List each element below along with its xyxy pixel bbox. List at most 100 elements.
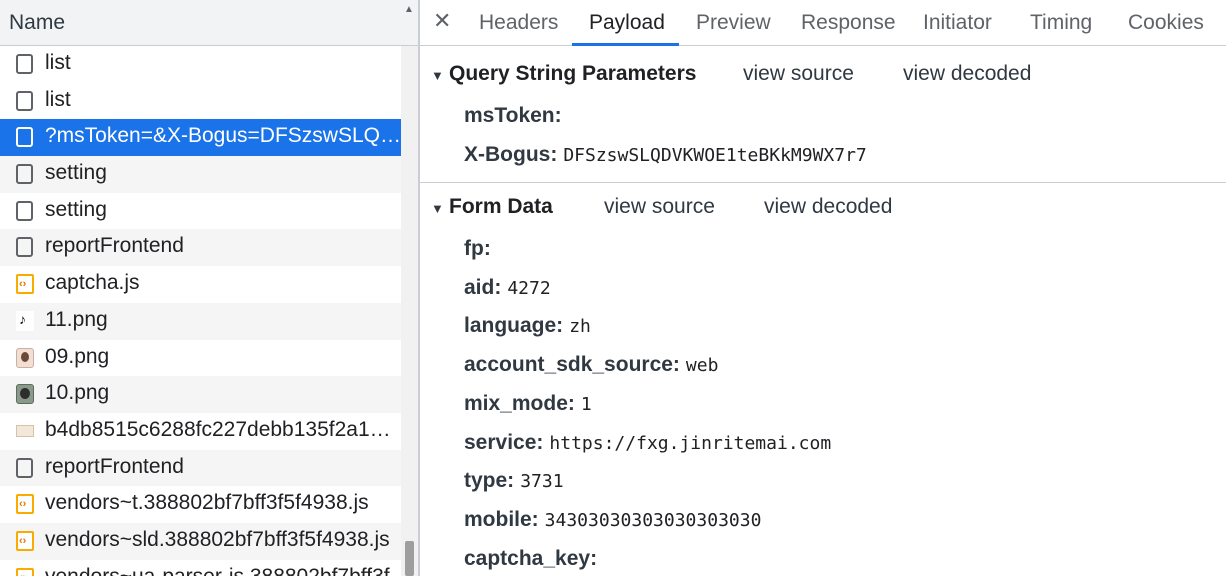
param-key: msToken:	[464, 104, 562, 127]
request-name: 09.png	[45, 344, 110, 368]
request-row[interactable]: 09.png	[0, 340, 401, 377]
name-column-header[interactable]: Name ▲	[0, 0, 418, 46]
form-data-title: Form Data	[449, 195, 553, 218]
request-name: b4db8515c6288fc227debb135f2a109...	[45, 417, 401, 441]
document-icon	[16, 127, 33, 148]
request-rows: list list ?msToken=&X-Bogus=DFSzswSLQDVK…	[0, 46, 401, 576]
request-name: setting	[45, 197, 107, 221]
param-key: captcha_key:	[464, 547, 598, 570]
request-row[interactable]: 10.png	[0, 376, 401, 413]
param-key: fp:	[464, 237, 491, 260]
param-value: 4272	[507, 278, 551, 299]
document-icon	[16, 457, 33, 478]
form-param-row: type: 3731	[464, 469, 564, 493]
request-row[interactable]: b4db8515c6288fc227debb135f2a109...	[0, 413, 401, 450]
request-row[interactable]: setting	[0, 156, 401, 193]
query-view-decoded-link[interactable]: view decoded	[903, 62, 1031, 86]
param-value: DFSzswSLQDVKWOE1teBKkM9WX7r7	[563, 145, 867, 166]
form-param-row: mix_mode: 1	[464, 392, 592, 416]
param-key: account_sdk_source:	[464, 353, 680, 376]
request-row[interactable]: reportFrontend	[0, 449, 401, 487]
request-row[interactable]: vendors~sld.388802bf7bff3f5f4938.js	[0, 522, 401, 560]
query-params-header[interactable]: ▼ Query String Parameters view source vi…	[420, 62, 1226, 90]
param-key: language:	[464, 314, 564, 337]
tab-initiator[interactable]: Initiator	[923, 11, 992, 35]
close-icon[interactable]: ✕	[433, 8, 451, 34]
document-icon	[16, 237, 33, 258]
request-name: reportFrontend	[45, 234, 184, 258]
param-value: 3731	[520, 471, 564, 492]
details-tabbar: ✕ Headers Payload Preview Response Initi…	[420, 0, 1226, 46]
list-scrollbar[interactable]	[401, 46, 418, 576]
query-param-row: X-Bogus: DFSzswSLQDVKWOE1teBKkM9WX7r7	[464, 143, 867, 167]
param-value: 34303030303030303030	[544, 510, 762, 531]
form-param-row: fp:	[464, 237, 497, 261]
tiktok-image-icon	[16, 310, 34, 331]
request-name: 10.png	[45, 381, 110, 405]
param-value: web	[685, 355, 719, 376]
document-icon	[16, 90, 33, 111]
form-view-decoded-link[interactable]: view decoded	[764, 195, 892, 219]
request-row[interactable]: 11.png	[0, 302, 401, 340]
request-name: reportFrontend	[45, 454, 184, 478]
portrait-image-icon	[16, 347, 34, 368]
param-key: mobile:	[464, 508, 539, 531]
tab-preview[interactable]: Preview	[696, 11, 771, 35]
form-view-source-link[interactable]: view source	[604, 195, 715, 219]
sort-arrow-icon: ▲	[404, 4, 414, 15]
tab-response[interactable]: Response	[801, 11, 896, 35]
form-param-row: account_sdk_source: web	[464, 353, 718, 377]
request-name: vendors~ua-parser-js.388802bf7bff3f	[45, 565, 401, 576]
param-key: X-Bogus:	[464, 143, 558, 166]
query-params-title: Query String Parameters	[449, 62, 697, 85]
script-file-icon	[16, 530, 34, 551]
request-row-selected[interactable]: ?msToken=&X-Bogus=DFSzswSLQDVKWOE1teBKkM…	[0, 119, 401, 157]
request-name: 11.png	[45, 307, 108, 331]
tab-payload[interactable]: Payload	[589, 11, 665, 35]
banner-image-icon	[16, 424, 34, 437]
request-row[interactable]: reportFrontend	[0, 229, 401, 267]
request-row[interactable]: vendors~ua-parser-js.388802bf7bff3f	[0, 560, 401, 576]
script-file-icon	[16, 567, 34, 576]
request-list-panel: Name ▲ list list ?msToken=&X-Bogus=DFSzs…	[0, 0, 418, 576]
param-key: mix_mode:	[464, 392, 575, 415]
request-name: ?msToken=&X-Bogus=DFSzswSLQDVKWOE1teBKkM…	[45, 124, 401, 148]
param-value: https://fxg.jinritemai.com	[549, 433, 832, 454]
section-separator	[420, 182, 1226, 183]
document-icon	[16, 164, 33, 185]
request-name: vendors~sld.388802bf7bff3f5f4938.js	[45, 527, 390, 551]
photo-image-icon	[16, 384, 34, 405]
query-view-source-link[interactable]: view source	[743, 62, 854, 86]
request-name: captcha.js	[45, 271, 140, 295]
request-row[interactable]: list	[0, 46, 401, 83]
request-row[interactable]: list	[0, 83, 401, 120]
request-row[interactable]: captcha.js	[0, 266, 401, 303]
form-param-row: language: zh	[464, 314, 591, 338]
active-tab-indicator	[572, 43, 679, 46]
tab-timing[interactable]: Timing	[1030, 11, 1092, 35]
form-param-row: mobile: 34303030303030303030	[464, 508, 761, 532]
form-param-row: service: https://fxg.jinritemai.com	[464, 431, 831, 455]
document-icon	[16, 54, 33, 74]
request-row[interactable]: setting	[0, 193, 401, 230]
param-value: 1	[580, 394, 592, 415]
form-data-header[interactable]: ▼ Form Data view source view decoded	[420, 195, 1226, 223]
request-name: list	[45, 87, 71, 111]
form-param-row: captcha_key:	[464, 547, 603, 571]
script-file-icon	[16, 494, 34, 515]
form-param-row: aid: 4272	[464, 276, 551, 300]
collapse-triangle-icon[interactable]: ▼	[431, 68, 444, 83]
request-row[interactable]: vendors~t.388802bf7bff3f5f4938.js	[0, 486, 401, 523]
param-key: aid:	[464, 276, 502, 299]
name-column-label: Name	[9, 11, 66, 34]
param-key: service:	[464, 431, 544, 454]
collapse-triangle-icon[interactable]: ▼	[431, 201, 444, 216]
document-icon	[16, 200, 33, 221]
tab-cookies[interactable]: Cookies	[1128, 11, 1204, 35]
tab-headers[interactable]: Headers	[479, 11, 558, 35]
param-key: type:	[464, 469, 515, 492]
request-name: list	[45, 51, 71, 74]
request-name: setting	[45, 161, 107, 185]
script-file-icon	[16, 274, 34, 295]
scrollbar-thumb[interactable]	[405, 541, 414, 576]
